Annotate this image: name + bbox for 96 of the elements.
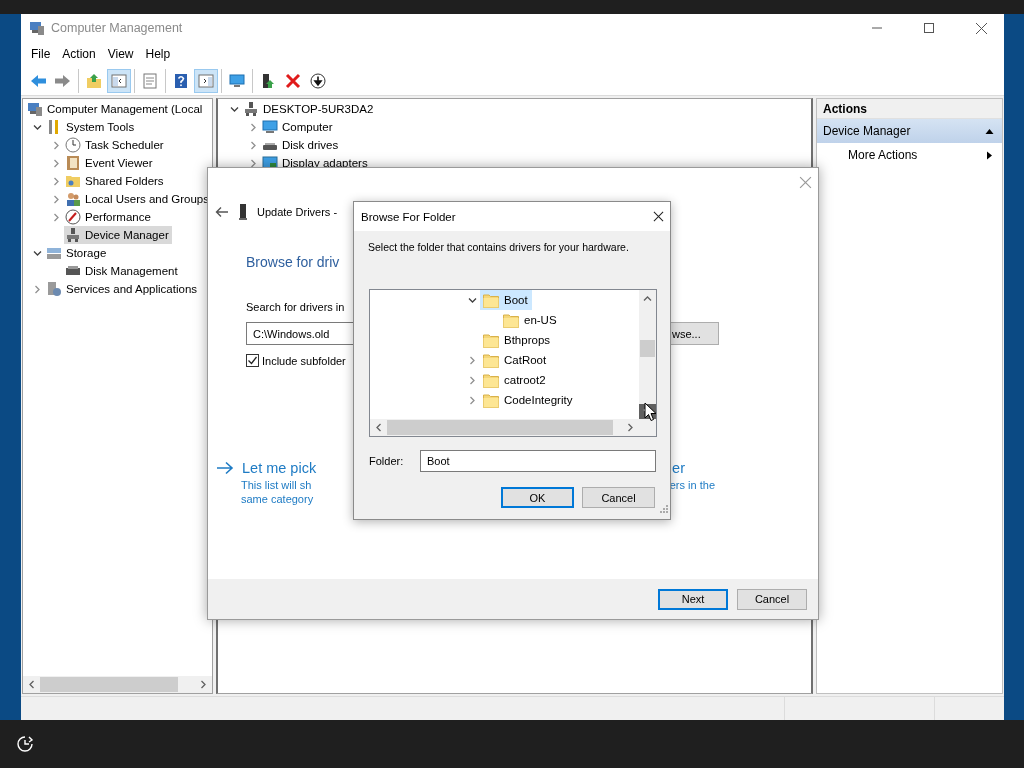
update-driver-icon — [260, 72, 276, 89]
resize-grip-icon[interactable] — [658, 503, 668, 513]
tree-item[interactable]: Task Scheduler — [64, 136, 167, 154]
action-section[interactable]: Device Manager — [817, 119, 1002, 143]
scroll-thumb[interactable] — [640, 340, 655, 357]
folder-icon — [503, 312, 519, 328]
gauge-icon — [65, 209, 81, 225]
folder-item[interactable]: Bthprops — [480, 330, 555, 350]
tree-item[interactable]: Performance — [64, 208, 154, 226]
folder-field[interactable]: Boot — [420, 450, 656, 472]
clock-icon — [65, 137, 81, 153]
forward-arrow-icon — [55, 72, 71, 89]
storage-icon — [46, 245, 62, 261]
dialog-button[interactable]: Next — [658, 588, 728, 610]
scroll-right-icon[interactable] — [200, 680, 207, 689]
chevron-icon[interactable] — [32, 248, 42, 258]
tree-item[interactable]: Event Viewer — [64, 154, 156, 172]
tree-item[interactable]: Shared Folders — [64, 172, 167, 190]
menu-item[interactable]: Help — [139, 47, 177, 61]
page-heading: Browse for driv — [246, 254, 341, 270]
link-description: same category — [241, 493, 314, 505]
menu-item[interactable]: File — [25, 47, 57, 61]
folder-icon — [483, 332, 499, 348]
maximize-icon — [924, 23, 934, 33]
dialog-title: Browse For Folder — [361, 210, 456, 223]
chevron-icon[interactable] — [229, 104, 239, 114]
dialog-prompt: Select the folder that contains drivers for your hardware. — [368, 241, 630, 255]
computer-management-icon — [29, 20, 45, 36]
window-title: Computer Management — [51, 21, 184, 35]
chevron-icon[interactable] — [248, 158, 258, 168]
action-item[interactable]: More Actions — [817, 143, 1002, 167]
shared-folder-icon — [65, 173, 81, 189]
monitor-icon — [262, 119, 278, 135]
submenu-triangle-icon — [985, 150, 994, 160]
dialog-title: Update Drivers - — [257, 206, 338, 218]
device-icon — [239, 204, 247, 220]
checkbox[interactable] — [246, 354, 259, 367]
back-arrow-icon — [30, 72, 46, 89]
close-icon — [975, 22, 987, 34]
tree-item[interactable]: Disk Management — [64, 262, 181, 280]
services-icon — [46, 281, 62, 297]
scrollbar-corner — [639, 419, 656, 436]
horizontal-scrollbar[interactable] — [370, 419, 639, 436]
users-icon — [65, 191, 81, 207]
chevron-icon[interactable] — [32, 122, 42, 132]
back-arrow-icon[interactable] — [215, 206, 229, 218]
tree-item[interactable]: Device Manager — [64, 226, 172, 244]
tree-item[interactable]: Local Users and Groups — [64, 190, 212, 208]
console-tree-icon — [111, 72, 127, 89]
scroll-right-icon[interactable] — [627, 423, 634, 432]
actions-header: Actions — [817, 99, 1002, 119]
folder-icon — [483, 372, 499, 388]
folder-icon — [483, 352, 499, 368]
horizontal-scrollbar[interactable] — [23, 676, 212, 693]
delete-icon — [285, 72, 301, 89]
help-icon — [173, 72, 189, 89]
dialog-button[interactable]: Cancel — [582, 487, 655, 508]
menu-item[interactable]: View — [101, 47, 140, 61]
device-manager-icon — [65, 227, 81, 243]
folder-icon — [483, 392, 499, 408]
checkbox-label: Include subfolder — [262, 354, 346, 367]
folder-item[interactable]: CatRoot — [480, 350, 551, 370]
right-arrow-icon — [216, 461, 234, 475]
device-manager-icon — [243, 101, 259, 117]
tree-item[interactable]: Services and Applications — [45, 280, 201, 298]
tree-item[interactable]: Computer Management (Local — [26, 100, 206, 118]
properties-icon — [142, 72, 158, 89]
close-icon[interactable] — [653, 211, 664, 222]
restart-icon[interactable] — [16, 735, 34, 753]
tree-item[interactable]: Computer — [261, 118, 336, 136]
vertical-scrollbar[interactable] — [639, 290, 656, 419]
dialog-button[interactable]: OK — [501, 487, 574, 508]
folder-item[interactable]: en-US — [500, 310, 561, 330]
folder-icon — [483, 292, 499, 308]
folder-up-icon — [86, 72, 102, 89]
chevron-icon[interactable] — [467, 295, 477, 305]
tree-item[interactable]: System Tools — [45, 118, 138, 136]
tree-item[interactable]: DESKTOP-5UR3DA2 — [242, 100, 377, 118]
pick-link[interactable]: er — [672, 460, 685, 476]
scroll-left-icon[interactable] — [375, 423, 382, 432]
log-book-icon — [65, 155, 81, 171]
menu-item[interactable]: Action — [56, 47, 102, 61]
tree-item[interactable]: Storage — [45, 244, 110, 262]
folder-label: Folder: — [368, 455, 405, 467]
search-label: Search for drivers in — [246, 301, 346, 313]
scroll-up-icon[interactable] — [643, 295, 652, 302]
scroll-left-icon[interactable] — [28, 680, 35, 689]
monitor-icon — [229, 72, 245, 89]
tree-item[interactable]: Disk drives — [261, 136, 342, 154]
computer-management-icon — [27, 101, 43, 117]
link-description: This list will sh — [241, 479, 313, 491]
dialog-button[interactable]: Cancel — [737, 588, 807, 610]
action-pane-icon — [198, 72, 214, 89]
folder-item[interactable]: catroot2 — [480, 370, 550, 390]
folder-item[interactable]: Boot — [480, 290, 532, 310]
folder-item[interactable]: CodeIntegrity — [480, 390, 577, 410]
